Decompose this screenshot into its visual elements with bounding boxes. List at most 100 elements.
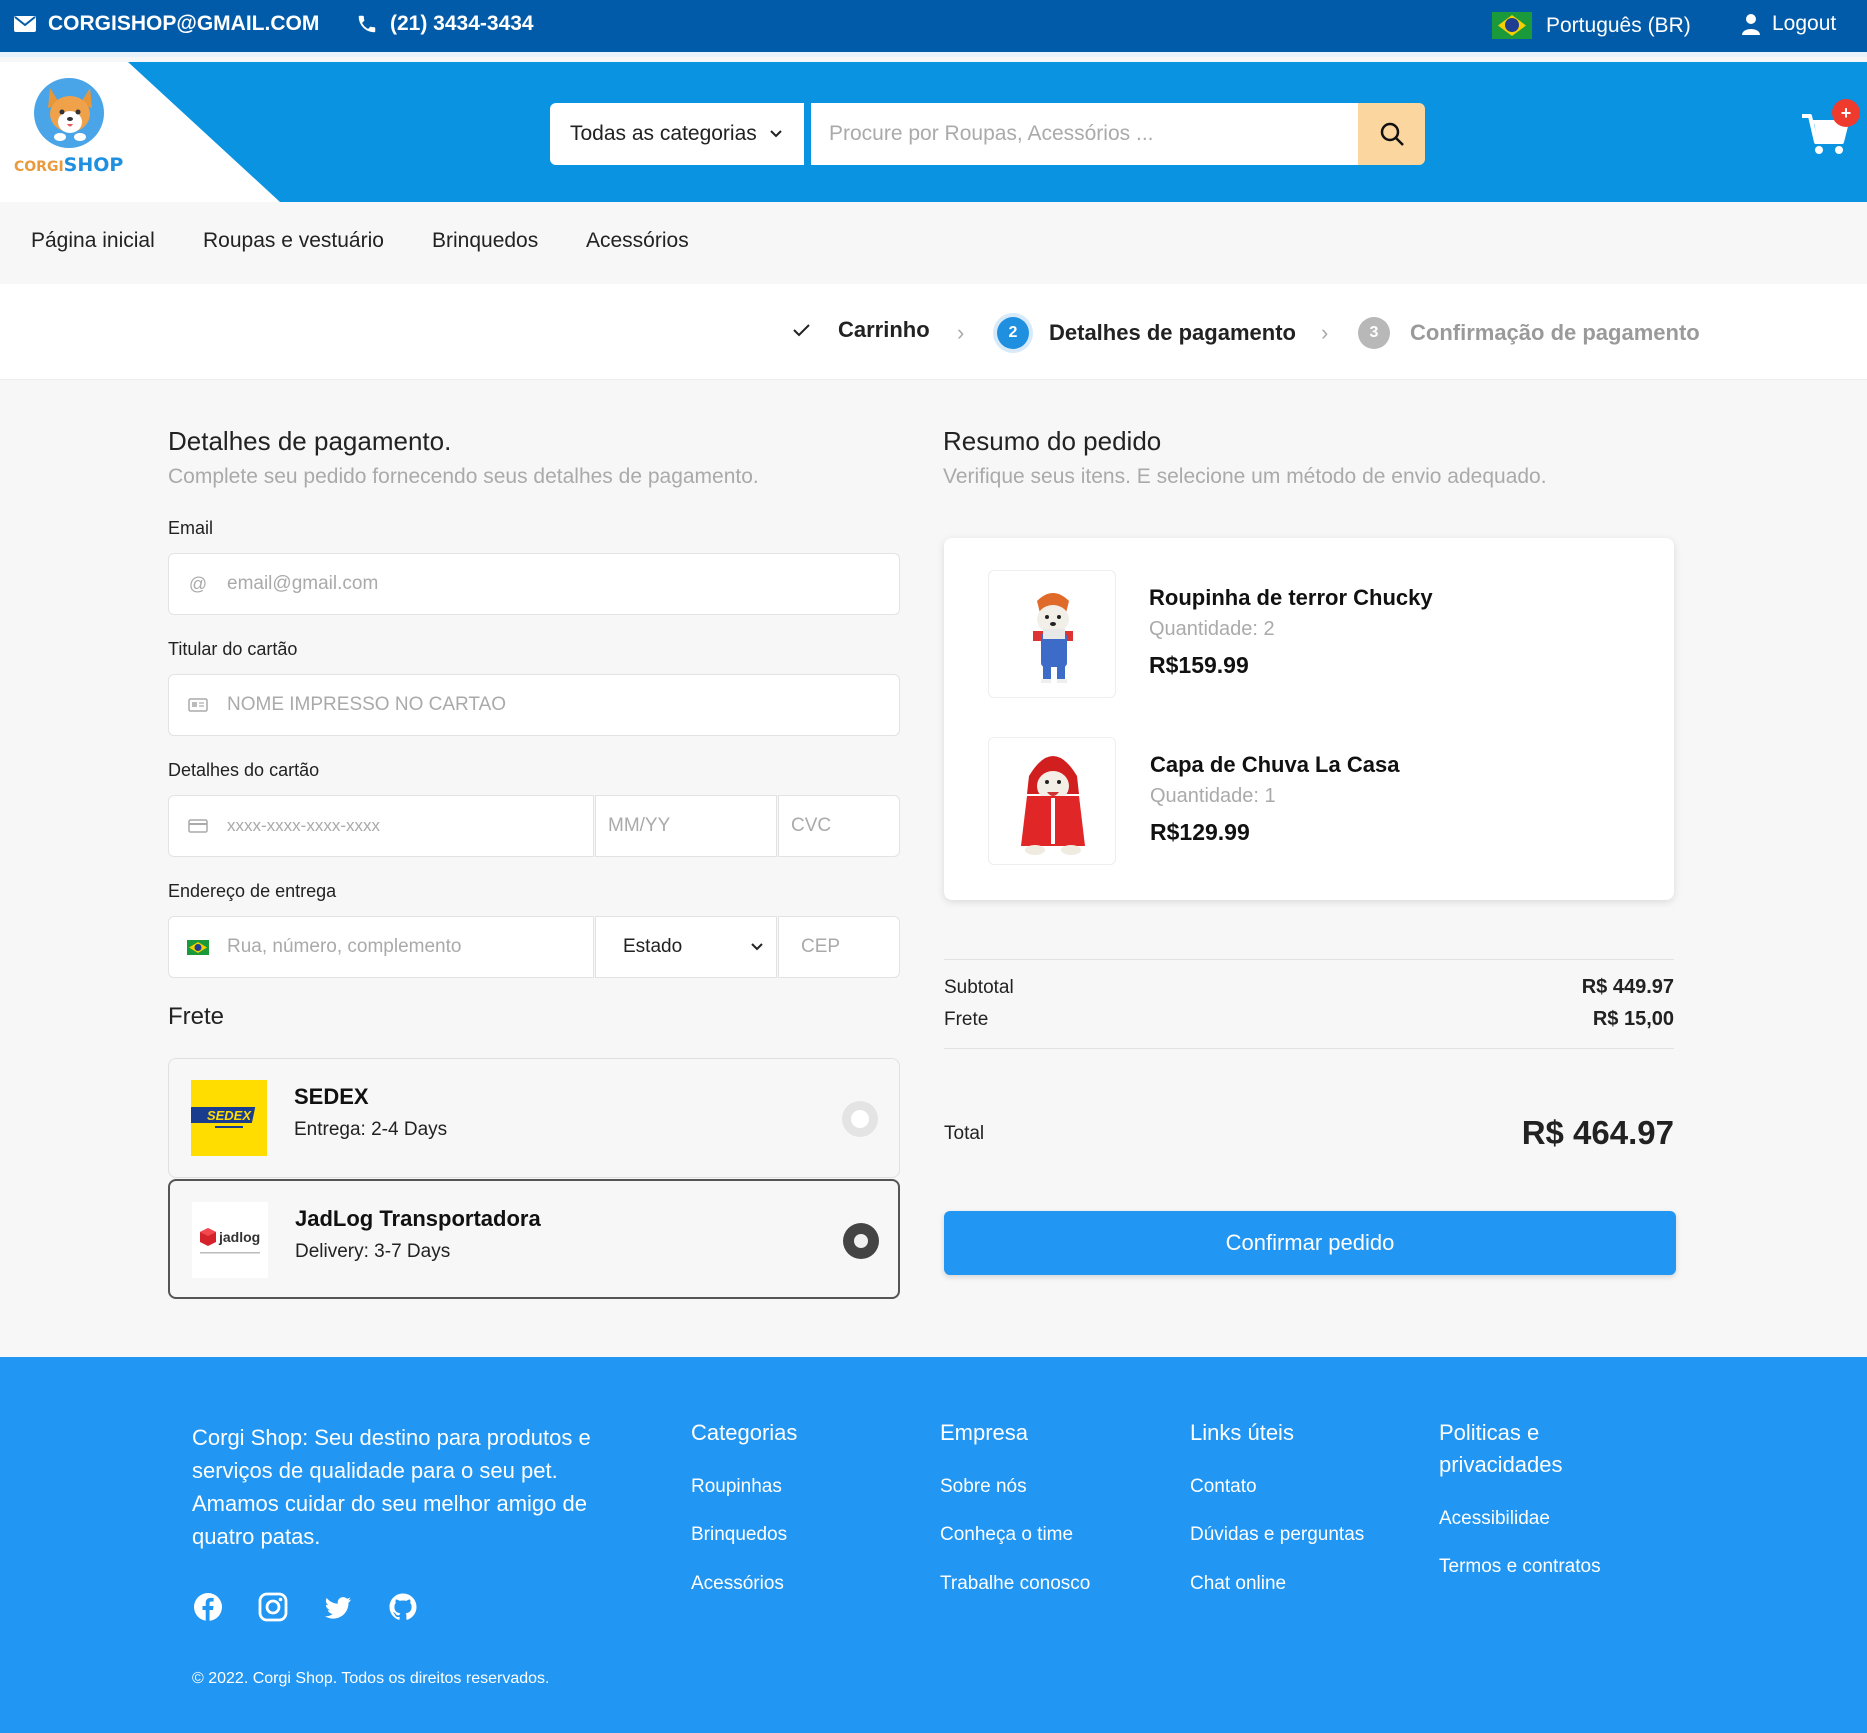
logout-label: Logout [1772, 12, 1837, 35]
state-select-value: Estado [623, 936, 683, 957]
main-nav: Página inicial Roupas e vestuário Brinqu… [0, 202, 1867, 284]
total-value: R$ 464.97 [1521, 1114, 1674, 1151]
footer-column-title: Categorias [691, 1420, 798, 1445]
jadlog-logo-icon: jadlog [192, 1202, 268, 1278]
address-wrapper [168, 916, 594, 978]
total-label: Total [944, 1123, 985, 1144]
card-holder-field[interactable] [227, 675, 899, 735]
nav-item-toys[interactable]: Brinquedos [432, 229, 538, 253]
email-field[interactable] [227, 554, 899, 614]
contact-email[interactable]: CORGISHOP@GMAIL.COM [14, 12, 319, 36]
twitter-icon[interactable] [322, 1591, 354, 1623]
language-label: Português (BR) [1546, 13, 1691, 37]
checkout-steps: Carrinho › 2 Detalhes de pagamento › 3 C… [0, 284, 1867, 380]
product-name: Roupinha de terror Chucky [1149, 585, 1433, 610]
order-items-card: Roupinha de terror Chucky Quantidade: 2 … [944, 538, 1674, 900]
contact-phone-text: (21) 3434-3434 [390, 12, 534, 35]
confirm-order-button[interactable]: Confirmar pedido [944, 1211, 1676, 1275]
top-bar: CORGISHOP@GMAIL.COM (21) 3434-3434 Portu… [0, 0, 1867, 57]
step-payment-label: Detalhes de pagamento [1049, 320, 1296, 345]
search-input[interactable] [811, 103, 1359, 165]
email-field-wrapper: @ [168, 553, 900, 615]
summary-divider [944, 959, 1674, 960]
language-selector[interactable]: Português (BR) [1492, 12, 1691, 39]
shipping-option-jadlog[interactable]: jadlog JadLog Transportadora Delivery: 3… [168, 1179, 900, 1299]
logout-button[interactable]: Logout [1742, 12, 1836, 36]
shipping-cost-value: R$ 15,00 [1592, 1008, 1674, 1030]
header: CORGISHOP Todas as categorias + [0, 62, 1867, 202]
at-icon: @ [188, 573, 208, 594]
footer-link[interactable]: Sobre nós [940, 1476, 1027, 1498]
shipping-name: SEDEX [294, 1084, 369, 1109]
nav-item-accessories[interactable]: Acessórios [586, 229, 689, 253]
state-select[interactable]: Estado [595, 916, 777, 978]
nav-item-clothing[interactable]: Roupas e vestuário [203, 229, 384, 253]
mail-icon [14, 16, 36, 32]
footer-link[interactable]: Acessibilidae [1439, 1508, 1550, 1530]
shipping-title: Frete [168, 1003, 225, 1030]
product-name: Capa de Chuva La Casa [1150, 752, 1400, 777]
footer-link[interactable]: Dúvidas e perguntas [1190, 1524, 1364, 1546]
step-cart-label: Carrinho [838, 317, 930, 342]
step-number: 2 [997, 317, 1029, 349]
check-icon [793, 324, 810, 337]
footer-link[interactable]: Acessórios [691, 1573, 784, 1595]
footer-about: Corgi Shop: Seu destino para produtos e … [192, 1425, 591, 1549]
footer-link[interactable]: Contato [1190, 1476, 1257, 1498]
brazil-flag-icon [1492, 12, 1532, 39]
chevron-right-icon: › [957, 320, 965, 345]
card-number-field[interactable] [227, 796, 593, 856]
payment-title: Detalhes de pagamento. [168, 426, 452, 456]
product-price: R$159.99 [1149, 652, 1249, 678]
footer-link[interactable]: Termos e contratos [1439, 1556, 1601, 1578]
summary-subtitle: Verifique seus itens. E selecione um mét… [943, 465, 1547, 488]
category-select-value: Todas as categorias [570, 122, 757, 145]
brazil-flag-icon [169, 939, 227, 955]
product-quantity: Quantidade: 1 [1150, 785, 1276, 807]
nav-item-home[interactable]: Página inicial [31, 229, 155, 253]
shipping-option-sedex[interactable]: SEDEX SEDEX Entrega: 2-4 Days [168, 1058, 900, 1178]
footer-link[interactable]: Conheça o time [940, 1524, 1073, 1546]
copyright-text: © 2022. Corgi Shop. Todos os direitos re… [192, 1670, 550, 1687]
payment-subtitle: Complete seu pedido fornecendo seus deta… [168, 465, 759, 488]
card-holder-label: Titular do cartão [168, 639, 298, 659]
github-icon[interactable] [387, 1591, 419, 1623]
zip-field[interactable] [801, 917, 899, 977]
footer-link[interactable]: Brinquedos [691, 1524, 787, 1546]
expiry-field[interactable] [608, 796, 776, 856]
footer-column-title: Politicas e privacidades [1439, 1420, 1563, 1477]
address-label: Endereço de entrega [168, 881, 337, 901]
shipping-radio[interactable] [842, 1101, 878, 1137]
facebook-icon[interactable] [192, 1591, 224, 1623]
contact-email-text: CORGISHOP@GMAIL.COM [48, 12, 320, 35]
step-cart[interactable]: Carrinho [792, 317, 930, 343]
cvc-wrapper [778, 795, 900, 857]
address-field[interactable] [227, 917, 593, 977]
shipping-radio[interactable] [843, 1223, 879, 1259]
cvc-field[interactable] [791, 796, 899, 856]
logo[interactable]: CORGISHOP [0, 62, 280, 202]
dog-chucky-costume-image [1033, 593, 1073, 683]
summary-title: Resumo do pedido [943, 426, 1162, 456]
product-image[interactable] [988, 737, 1116, 865]
footer-link[interactable]: Chat online [1190, 1573, 1286, 1595]
chevron-down-icon [770, 130, 782, 138]
credit-card-icon [169, 819, 227, 833]
instagram-icon[interactable] [257, 1591, 289, 1623]
product-image[interactable] [988, 570, 1116, 698]
search-button[interactable] [1358, 103, 1425, 165]
footer: Corgi Shop: Seu destino para produtos e … [0, 1357, 1867, 1733]
shipping-eta: Delivery: 3-7 Days [295, 1241, 451, 1262]
corgi-logo-icon [48, 88, 92, 141]
contact-phone[interactable]: (21) 3434-3434 [356, 12, 534, 36]
svg-text:jadlog: jadlog [218, 1229, 260, 1245]
zip-wrapper [778, 916, 900, 978]
dog-raincoat-image [1021, 756, 1085, 855]
user-icon [1742, 14, 1760, 35]
id-card-icon [169, 698, 227, 712]
shipping-eta: Entrega: 2-4 Days [294, 1119, 448, 1140]
footer-link[interactable]: Trabalhe conosco [940, 1573, 1090, 1595]
category-select[interactable]: Todas as categorias [550, 103, 804, 165]
footer-link[interactable]: Roupinhas [691, 1476, 782, 1498]
card-number-wrapper [168, 795, 594, 857]
